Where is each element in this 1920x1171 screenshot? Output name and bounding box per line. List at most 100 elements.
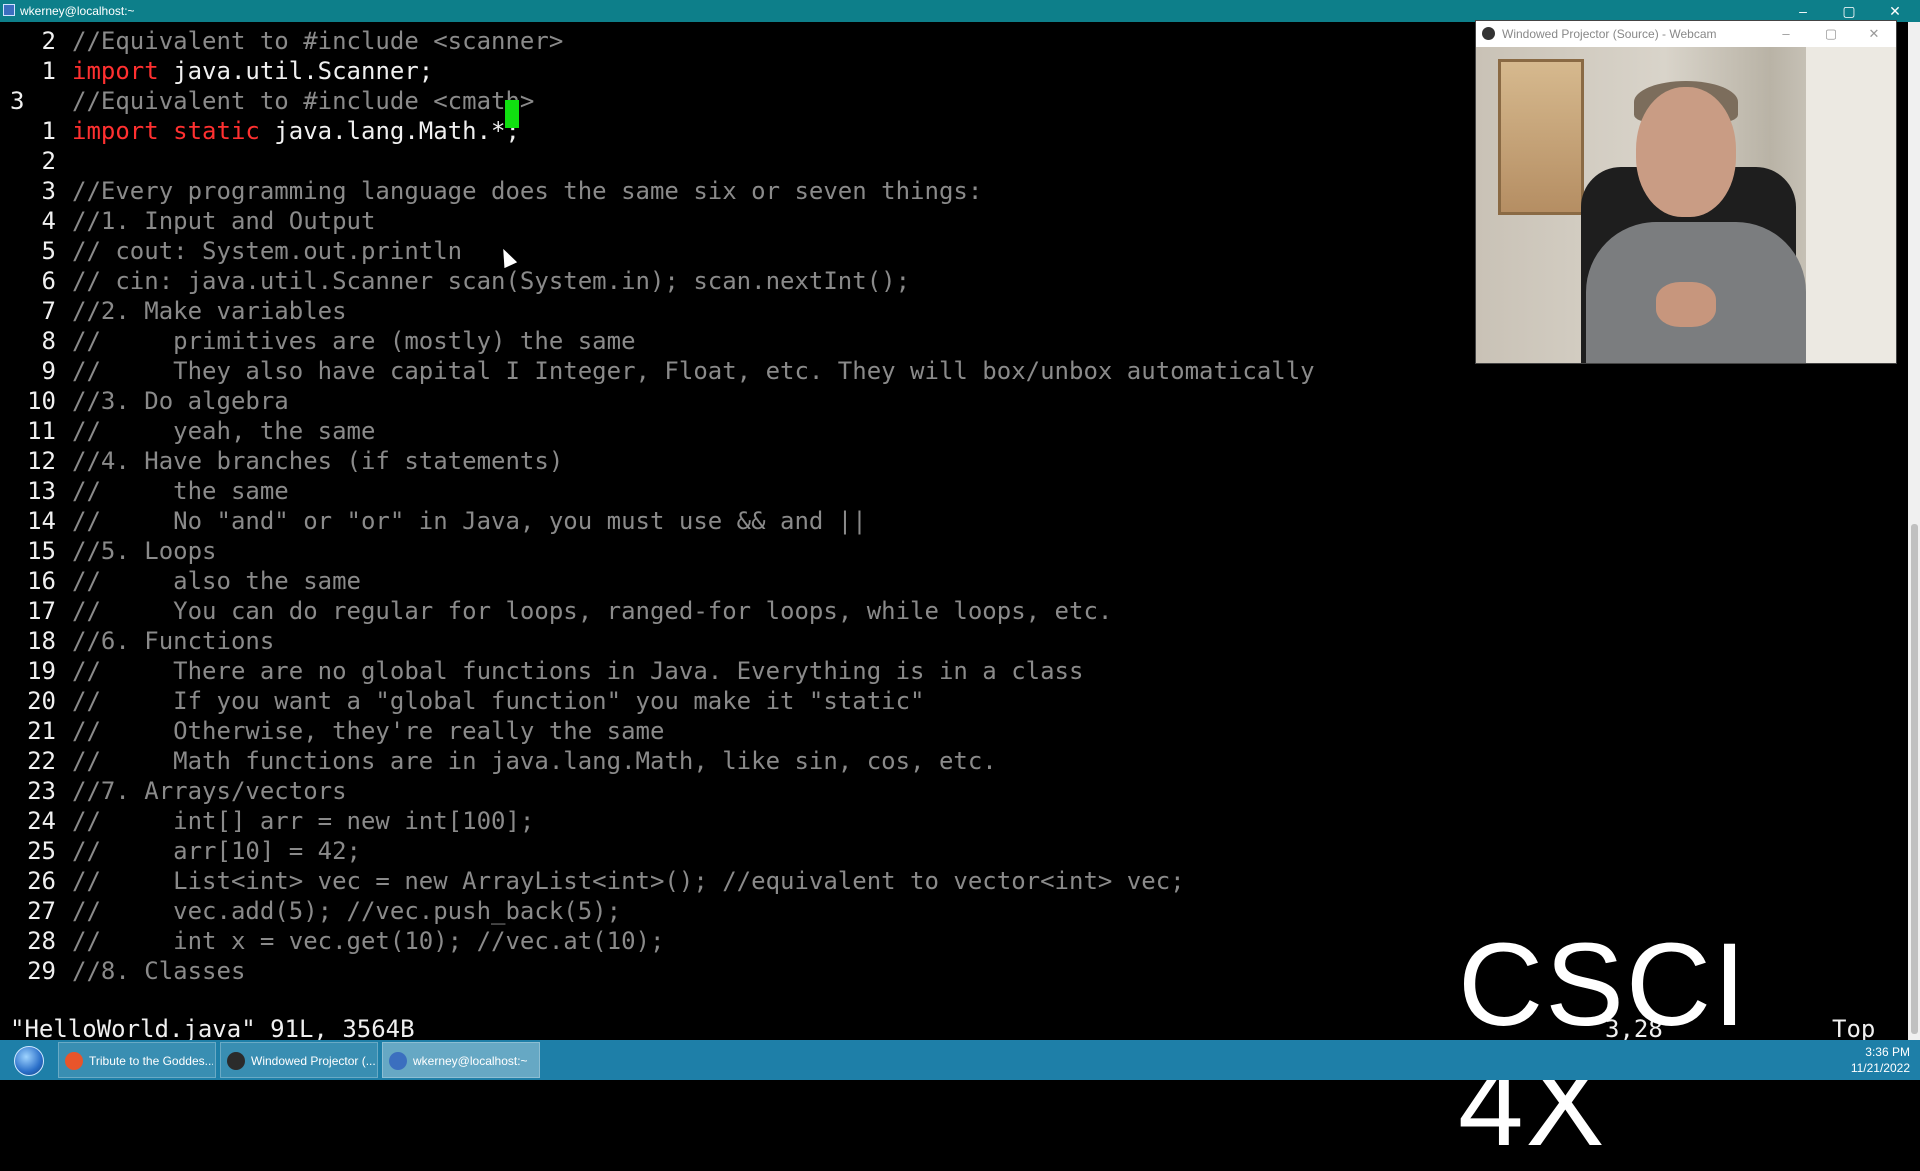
comment-text: //3. Do algebra bbox=[72, 387, 289, 415]
line-number: 29 bbox=[27, 957, 56, 985]
line-number: 11 bbox=[27, 417, 56, 445]
code-line: 22 // Math functions are in java.lang.Mat… bbox=[0, 746, 997, 776]
code-line: 11 // yeah, the same bbox=[0, 416, 375, 446]
task-app-icon bbox=[389, 1052, 407, 1070]
task-app-icon bbox=[65, 1052, 83, 1070]
line-number: 3 bbox=[10, 87, 25, 115]
line-number: 25 bbox=[27, 837, 56, 865]
taskbar-task[interactable]: Windowed Projector (... bbox=[220, 1042, 378, 1078]
comment-text: // int x = vec.get(10); //vec.at(10); bbox=[72, 927, 665, 955]
comment-text: //Equivalent to #include <cmath> bbox=[72, 87, 535, 115]
task-label: Windowed Projector (... bbox=[251, 1054, 375, 1068]
comment-text: // arr[10] = 42; bbox=[72, 837, 361, 865]
window-title: wkerney@localhost:~ bbox=[20, 4, 135, 18]
line-number: 14 bbox=[27, 507, 56, 535]
webcam-video-feed bbox=[1476, 47, 1896, 363]
obs-icon bbox=[1482, 27, 1495, 40]
line-number: 19 bbox=[27, 657, 56, 685]
code-line: 17 // You can do regular for loops, range… bbox=[0, 596, 1112, 626]
code-line: 24 // int[] arr = new int[100]; bbox=[0, 806, 534, 836]
line-number: 7 bbox=[41, 297, 56, 325]
line-number: 21 bbox=[27, 717, 56, 745]
window-titlebar[interactable]: wkerney@localhost:~ – ▢ ✕ bbox=[0, 0, 1920, 22]
terminal-scrollbar[interactable] bbox=[1908, 22, 1920, 1040]
keyword-token: import static bbox=[72, 117, 275, 145]
code-line: 20 // If you want a "global function" you… bbox=[0, 686, 925, 716]
code-line: 9 // They also have capital I Integer, Fl… bbox=[0, 356, 1315, 386]
code-line: 1 import java.util.Scanner; bbox=[0, 56, 434, 86]
comment-text: //8. Classes bbox=[72, 957, 246, 985]
webcam-title: Windowed Projector (Source) - Webcam bbox=[1502, 27, 1717, 41]
minimize-button[interactable]: – bbox=[1788, 1, 1818, 21]
code-line: 19 // There are no global functions in Ja… bbox=[0, 656, 1083, 686]
maximize-button[interactable]: ▢ bbox=[1834, 1, 1864, 21]
code-line: 12 //4. Have branches (if statements) bbox=[0, 446, 563, 476]
line-number: 1 bbox=[41, 57, 56, 85]
line-number: 2 bbox=[41, 27, 56, 55]
comment-text: //Equivalent to #include <scanner> bbox=[72, 27, 564, 55]
comment-text: //6. Functions bbox=[72, 627, 275, 655]
line-number: 13 bbox=[27, 477, 56, 505]
keyword-token: import bbox=[72, 57, 174, 85]
taskbar-clock[interactable]: 3:36 PM 11/21/2022 bbox=[1851, 1044, 1910, 1076]
line-number: 9 bbox=[41, 357, 56, 385]
line-number: 17 bbox=[27, 597, 56, 625]
task-app-icon bbox=[227, 1052, 245, 1070]
line-number: 15 bbox=[27, 537, 56, 565]
text-cursor bbox=[505, 100, 519, 128]
comment-text: // List<int> vec = new ArrayList<int>();… bbox=[72, 867, 1185, 895]
code-line: 18 //6. Functions bbox=[0, 626, 274, 656]
code-token: java.util.Scanner; bbox=[173, 57, 434, 85]
webcam-projector-window[interactable]: Windowed Projector (Source) - Webcam – ▢… bbox=[1475, 20, 1897, 364]
webcam-maximize-button[interactable]: ▢ bbox=[1811, 24, 1851, 44]
webcam-titlebar[interactable]: Windowed Projector (Source) - Webcam – ▢… bbox=[1476, 21, 1896, 47]
background-door bbox=[1806, 47, 1896, 363]
clock-date: 11/21/2022 bbox=[1850, 1061, 1910, 1075]
line-number: 20 bbox=[27, 687, 56, 715]
comment-text: // If you want a "global function" you m… bbox=[72, 687, 925, 715]
comment-text: // Math functions are in java.lang.Math,… bbox=[72, 747, 997, 775]
line-number: 18 bbox=[27, 627, 56, 655]
code-line: 25 // arr[10] = 42; bbox=[0, 836, 361, 866]
taskbar-task[interactable]: Tribute to the Goddes... bbox=[58, 1042, 216, 1078]
line-number: 26 bbox=[27, 867, 56, 895]
line-number: 5 bbox=[41, 237, 56, 265]
comment-text: // cin: java.util.Scanner scan(System.in… bbox=[72, 267, 911, 295]
comment-text: // Otherwise, they're really the same bbox=[72, 717, 665, 745]
code-line: 3 //Every programming language does the s… bbox=[0, 176, 983, 206]
scrollbar-thumb[interactable] bbox=[1911, 524, 1918, 1034]
line-number: 23 bbox=[27, 777, 56, 805]
taskbar: Tribute to the Goddes... Windowed Project… bbox=[0, 1040, 1920, 1080]
windows-logo-icon bbox=[14, 1046, 44, 1076]
comment-text: //Every programming language does the sa… bbox=[72, 177, 983, 205]
code-token: java.lang.Math.*; bbox=[274, 117, 520, 145]
code-line: 7 //2. Make variables bbox=[0, 296, 347, 326]
comment-text: // There are no global functions in Java… bbox=[72, 657, 1084, 685]
clock-time: 3:36 PM bbox=[1865, 1045, 1910, 1059]
webcam-minimize-button[interactable]: – bbox=[1766, 24, 1806, 44]
code-line: 2 bbox=[0, 146, 72, 176]
comment-text: // No "and" or "or" in Java, you must us… bbox=[72, 507, 867, 535]
comment-text: //2. Make variables bbox=[72, 297, 347, 325]
code-line: 14 // No "and" or "or" in Java, you must … bbox=[0, 506, 867, 536]
code-line: 4 //1. Input and Output bbox=[0, 206, 376, 236]
comment-text: // the same bbox=[72, 477, 289, 505]
code-line: 16 // also the same bbox=[0, 566, 361, 596]
code-line: 15 //5. Loops bbox=[0, 536, 217, 566]
comment-text: //7. Arrays/vectors bbox=[72, 777, 347, 805]
comment-text: // vec.add(5); //vec.push_back(5); bbox=[72, 897, 622, 925]
line-number: 3 bbox=[41, 177, 56, 205]
taskbar-task[interactable]: wkerney@localhost:~ bbox=[382, 1042, 540, 1078]
code-line: 23 //7. Arrays/vectors bbox=[0, 776, 347, 806]
code-line: 29 //8. Classes bbox=[0, 956, 245, 986]
line-number: 22 bbox=[27, 747, 56, 775]
close-button[interactable]: ✕ bbox=[1880, 1, 1910, 21]
code-line: 2 //Equivalent to #include <scanner> bbox=[0, 26, 564, 56]
code-line: 13 // the same bbox=[0, 476, 289, 506]
line-number: 16 bbox=[27, 567, 56, 595]
webcam-close-button[interactable]: ✕ bbox=[1854, 24, 1894, 44]
start-button[interactable] bbox=[4, 1042, 52, 1078]
comment-text: // int[] arr = new int[100]; bbox=[72, 807, 535, 835]
code-line: 1 import static java.lang.Math.*; bbox=[0, 116, 520, 146]
comment-text: //5. Loops bbox=[72, 537, 217, 565]
